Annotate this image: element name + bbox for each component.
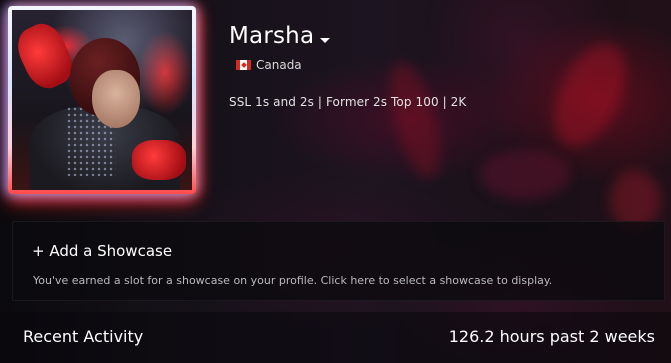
add-showcase-button[interactable]: + Add a Showcase You've earned a slot fo… [12,221,665,301]
country-label: Canada [256,58,302,72]
background-streak [539,32,641,158]
canada-flag-icon [236,60,251,70]
add-showcase-title: + Add a Showcase [32,242,173,260]
persona-header: Marsha [229,22,331,50]
avatar-decoration [132,140,186,180]
add-showcase-description: You've earned a slot for a showcase on y… [33,274,553,287]
profile-location: Canada [236,58,302,72]
profile-avatar-frame[interactable] [8,6,196,194]
background-streak [480,150,570,200]
background-streak [380,56,450,184]
recent-activity-header: Recent Activity 126.2 hours past 2 weeks [0,312,671,363]
recent-activity-title: Recent Activity [23,327,144,346]
chevron-down-icon[interactable] [320,37,331,43]
playtime-summary: 126.2 hours past 2 weeks [448,327,655,346]
persona-name: Marsha [229,23,315,49]
avatar-decoration [92,70,140,128]
avatar [12,10,192,190]
profile-summary: SSL 1s and 2s | Former 2s Top 100 | 2K [229,95,467,109]
